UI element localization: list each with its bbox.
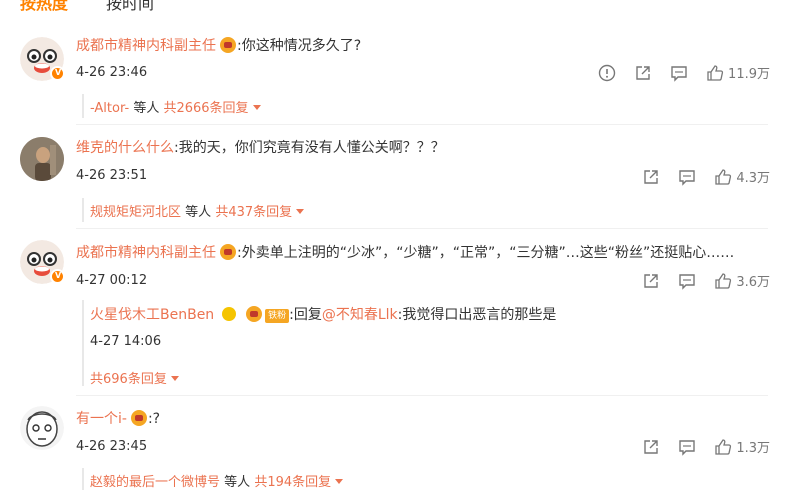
comment-actions: 1.3万 — [642, 437, 770, 456]
comment-button[interactable] — [678, 168, 696, 186]
reply-username[interactable]: 规规矩矩河北区 — [90, 205, 181, 220]
like-button[interactable]: 11.9万 — [706, 63, 770, 82]
share-icon — [636, 65, 650, 80]
sort-tabs: 按热度 按时间 — [20, 0, 154, 14]
fan-medal-icon — [220, 37, 236, 53]
chevron-down-icon — [170, 376, 179, 381]
share-button[interactable] — [642, 438, 660, 456]
comment-text: :我的天，你们究竟有没有人懂公关啊？？？ — [174, 140, 445, 156]
comment-time: 4-26 23:51 — [76, 168, 148, 183]
comment-button[interactable] — [678, 438, 696, 456]
chevron-down-icon — [252, 105, 261, 110]
comment-actions: 11.9万 — [598, 63, 770, 82]
comment-username[interactable]: 有一个i- — [76, 411, 127, 427]
comment-button[interactable] — [678, 272, 696, 290]
like-button[interactable]: 1.3万 — [714, 437, 770, 456]
like-count: 1.3万 — [736, 441, 770, 456]
reply-summary: 赵毅的最后一个微博号 等人 共194条回复 — [82, 468, 768, 490]
report-icon — [598, 64, 616, 81]
like-icon — [715, 168, 732, 185]
comment-username[interactable]: 维克的什么什么 — [76, 140, 174, 156]
reply-username[interactable]: -Altor- — [90, 101, 129, 116]
comment-time: 4-27 00:12 — [76, 273, 148, 288]
report-button[interactable] — [598, 64, 616, 82]
sub-reply-block: 火星伐木工BenBen 铁粉:回复@不知春Llk:我觉得口出恶言的那些是 4-2… — [82, 300, 768, 387]
sub-reply-username[interactable]: 火星伐木工BenBen — [90, 307, 214, 323]
more-replies-link[interactable]: 共2666条回复 — [163, 101, 248, 116]
reply-username[interactable]: 赵毅的最后一个微博号 — [90, 475, 220, 490]
divider — [76, 228, 768, 229]
like-icon — [715, 272, 732, 289]
reply-summary: -Altor- 等人 共2666条回复 — [82, 94, 768, 118]
comment-username[interactable]: 成都市精神内科副主任 — [76, 245, 216, 261]
verified-badge-icon — [50, 269, 65, 284]
mention-link[interactable]: @不知春Llk — [322, 307, 398, 323]
verified-badge-icon — [50, 66, 65, 81]
fan-medal-icon — [220, 244, 236, 260]
comment-icon — [679, 439, 696, 456]
like-icon — [715, 438, 732, 455]
more-replies-link[interactable]: 共437条回复 — [215, 205, 292, 220]
fan-badge: 铁粉 — [265, 309, 290, 323]
like-count: 3.6万 — [736, 275, 770, 290]
share-button[interactable] — [642, 272, 660, 290]
divider — [76, 395, 768, 396]
divider — [76, 124, 768, 125]
share-button[interactable] — [642, 168, 660, 186]
tab-by-time[interactable]: 按时间 — [106, 0, 154, 14]
comment-time: 4-26 23:46 — [76, 65, 148, 80]
chevron-down-icon — [296, 209, 305, 214]
comment-text: :? — [147, 411, 161, 427]
comment-icon — [671, 65, 687, 82]
like-button[interactable]: 3.6万 — [714, 271, 770, 290]
chevron-down-icon — [335, 479, 344, 484]
share-icon — [644, 273, 659, 288]
share-button[interactable] — [634, 64, 652, 82]
more-replies-link[interactable]: 共696条回复 — [90, 372, 167, 387]
comment-actions: 3.6万 — [642, 271, 770, 290]
sub-reply: 火星伐木工BenBen 铁粉:回复@不知春Llk:我觉得口出恶言的那些是 — [90, 306, 557, 323]
comment-text: :你这种情况多久了? — [237, 38, 362, 54]
like-count: 11.9万 — [728, 67, 770, 82]
sub-reply-text: :我觉得口出恶言的那些是 — [397, 307, 557, 323]
comment-icon — [679, 169, 696, 186]
comment-username[interactable]: 成都市精神内科副主任 — [76, 38, 216, 54]
comment-text: :外卖单上注明的“少冰”，“少糖”，“正常”，“三分糖”…这些“粉丝”还挺贴心…… — [237, 245, 735, 261]
tab-by-hot[interactable]: 按热度 — [20, 0, 68, 14]
comment-button[interactable] — [670, 64, 688, 82]
like-button[interactable]: 4.3万 — [714, 167, 770, 186]
reply-summary: 规规矩矩河北区 等人 共437条回复 — [82, 198, 768, 222]
more-replies-link[interactable]: 共194条回复 — [254, 475, 331, 490]
avatar[interactable] — [20, 137, 64, 181]
verified-yellow-icon — [221, 307, 236, 321]
sub-reply-time: 4-27 14:06 — [90, 334, 162, 349]
share-icon — [644, 439, 659, 454]
share-icon — [644, 169, 659, 184]
avatar[interactable] — [20, 406, 64, 450]
comment-time: 4-26 23:45 — [76, 439, 148, 454]
like-icon — [707, 64, 724, 81]
comment-icon — [679, 273, 696, 290]
like-count: 4.3万 — [736, 171, 770, 186]
comment-actions: 4.3万 — [642, 167, 770, 186]
fan-medal-icon — [130, 410, 147, 426]
fan-medal-icon — [246, 306, 263, 322]
